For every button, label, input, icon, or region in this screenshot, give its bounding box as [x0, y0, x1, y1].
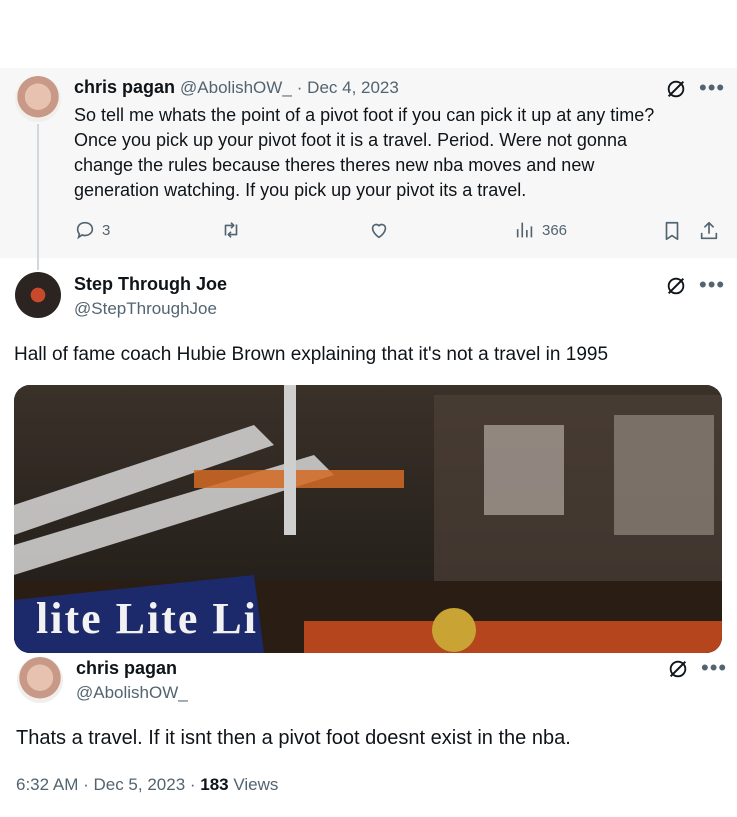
- grok-icon[interactable]: [665, 78, 687, 100]
- views-icon: [516, 222, 533, 238]
- text-line: Once you pick up your pivot foot it is a…: [74, 130, 627, 150]
- retweet-button[interactable]: [220, 219, 242, 241]
- author-name[interactable]: Step Through Joe: [74, 274, 227, 295]
- tweet-meta: 6:32 AM · Dec 5, 2023 · 183 Views: [16, 775, 278, 795]
- reply-count: 3: [102, 221, 111, 239]
- main-tweet-text: Thats a travel. If it isnt then a pivot …: [16, 727, 571, 749]
- views-label: Views: [228, 775, 279, 794]
- author-handle[interactable]: @AbolishOW_: [180, 78, 292, 98]
- text-line: generation watching. If you pick up your…: [74, 180, 527, 200]
- grok-icon[interactable]: [667, 658, 689, 680]
- banner-text: lite Lite Li: [36, 594, 258, 643]
- like-icon: [371, 223, 387, 239]
- more-icon[interactable]: •••: [699, 77, 725, 99]
- tweet-date[interactable]: · Dec 4, 2023: [297, 78, 399, 98]
- quoted-tweet-text: Hall of fame coach Hubie Brown explainin…: [14, 344, 609, 365]
- retweet-icon: [224, 222, 238, 238]
- reply-button[interactable]: 3: [74, 219, 110, 241]
- like-button[interactable]: [368, 219, 390, 241]
- grok-icon[interactable]: [665, 275, 687, 297]
- avatar[interactable]: [15, 272, 61, 318]
- views-count: 366: [542, 221, 568, 239]
- more-icon[interactable]: •••: [699, 274, 725, 296]
- reply-icon: [76, 221, 94, 240]
- bookmark-icon[interactable]: [661, 220, 683, 242]
- text-line: change the rules because theres theres n…: [74, 155, 595, 175]
- author-name[interactable]: chris pagan: [76, 658, 177, 679]
- share-icon[interactable]: [698, 220, 720, 242]
- author-name[interactable]: chris pagan: [74, 77, 175, 98]
- timestamp[interactable]: 6:32 AM · Dec 5, 2023 ·: [16, 775, 200, 794]
- avatar[interactable]: [15, 76, 61, 122]
- reply-tweet-header: chris pagan @AbolishOW_ · Dec 4, 2023: [74, 77, 399, 98]
- views-count: 183: [200, 775, 229, 794]
- author-handle[interactable]: @StepThroughJoe: [74, 299, 217, 319]
- reply-tweet-text: So tell me whats the point of a pivot fo…: [74, 103, 714, 203]
- views-button[interactable]: 366: [514, 219, 567, 241]
- thread-line: [37, 124, 39, 270]
- more-icon[interactable]: •••: [701, 657, 727, 679]
- tweet-video[interactable]: lite Lite Li: [14, 385, 722, 653]
- text-line: So tell me whats the point of a pivot fo…: [74, 105, 655, 125]
- author-handle[interactable]: @AbolishOW_: [76, 683, 188, 703]
- avatar[interactable]: [17, 657, 63, 703]
